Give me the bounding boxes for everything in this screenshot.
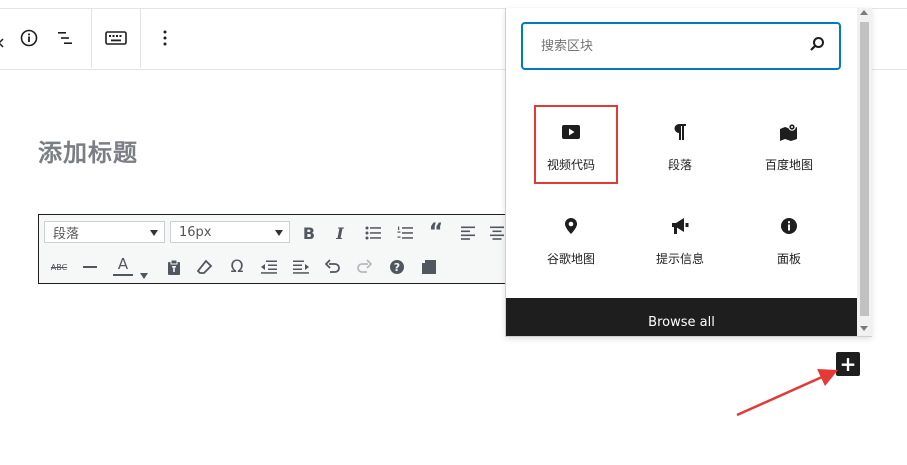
- chevron-down-icon: [275, 225, 283, 240]
- outdent-icon[interactable]: [258, 256, 280, 278]
- text-color-icon[interactable]: A: [111, 255, 135, 277]
- paste-text-icon[interactable]: [163, 256, 185, 278]
- more-options-icon[interactable]: [152, 25, 178, 51]
- map-icon: [779, 120, 799, 144]
- megaphone-icon: [670, 214, 690, 238]
- numbered-list-icon[interactable]: [394, 222, 416, 244]
- scrollbar-thumb[interactable]: [860, 22, 869, 316]
- block-item-notice[interactable]: 提示信息: [625, 208, 735, 288]
- help-icon[interactable]: ?: [386, 256, 408, 278]
- color-swatch: [113, 273, 133, 276]
- annotation-arrow-icon: [734, 364, 840, 418]
- bold-icon[interactable]: B: [298, 222, 320, 244]
- block-item-label: 谷歌地图: [546, 252, 595, 266]
- align-left-icon[interactable]: [457, 222, 479, 244]
- scroll-up-icon[interactable]: [860, 10, 868, 15]
- chevron-left-icon[interactable]: [0, 33, 4, 48]
- block-item-label: 面板: [776, 252, 801, 266]
- redo-icon[interactable]: [353, 256, 375, 278]
- undo-icon[interactable]: [322, 256, 344, 278]
- highlight-box: [534, 105, 618, 184]
- info-circle-icon: [780, 214, 798, 238]
- list-view-icon[interactable]: [52, 25, 78, 51]
- block-item-label: 百度地图: [764, 158, 813, 172]
- clear-formatting-icon[interactable]: [194, 256, 216, 278]
- info-icon[interactable]: [16, 25, 42, 51]
- search-box: [521, 22, 841, 70]
- post-title[interactable]: 添加标题: [38, 133, 138, 168]
- toolbar-toggle-icon[interactable]: [418, 256, 440, 278]
- scroll-down-icon[interactable]: [860, 326, 868, 331]
- search-icon[interactable]: [809, 36, 825, 56]
- help-icon-label: ?: [394, 261, 400, 274]
- format-select-value: 段落: [53, 226, 80, 242]
- block-item-label: 段落: [667, 158, 692, 172]
- toolbar-divider: [91, 9, 92, 68]
- chevron-down-icon: [150, 225, 158, 240]
- search-input[interactable]: [539, 37, 783, 55]
- italic-icon[interactable]: I: [329, 222, 351, 244]
- block-item-label: 提示信息: [655, 252, 704, 266]
- horizontal-line-icon[interactable]: [79, 256, 101, 278]
- block-item-baidu-map[interactable]: 百度地图: [734, 114, 844, 194]
- block-item-google-map[interactable]: 谷歌地图: [516, 208, 626, 288]
- chevron-down-icon[interactable]: [140, 264, 148, 283]
- block-item-panel[interactable]: 面板: [734, 208, 844, 288]
- plus-icon: +: [839, 352, 857, 376]
- font-size-select[interactable]: 16px: [170, 221, 290, 243]
- location-pin-icon: [564, 214, 578, 238]
- align-center-icon[interactable]: [489, 222, 505, 244]
- classic-editor-toolbar: 段落 16px B I “ ABC A Ω ?: [38, 214, 518, 284]
- special-character-icon[interactable]: Ω: [226, 256, 248, 278]
- browse-all-button[interactable]: Browse all: [506, 298, 857, 336]
- bullet-list-icon[interactable]: [362, 222, 384, 244]
- strikethrough-icon[interactable]: ABC: [48, 256, 70, 278]
- scrollbar[interactable]: [857, 8, 872, 336]
- block-item-paragraph[interactable]: 段落: [625, 114, 735, 194]
- format-select[interactable]: 段落: [44, 221, 165, 243]
- indent-icon[interactable]: [290, 256, 312, 278]
- keyboard-icon[interactable]: [103, 25, 129, 51]
- font-size-select-value: 16px: [179, 224, 212, 240]
- text-color-label: A: [117, 254, 129, 273]
- paragraph-icon: [673, 120, 687, 144]
- toolbar-divider: [140, 9, 141, 68]
- blockquote-icon[interactable]: “: [425, 222, 447, 244]
